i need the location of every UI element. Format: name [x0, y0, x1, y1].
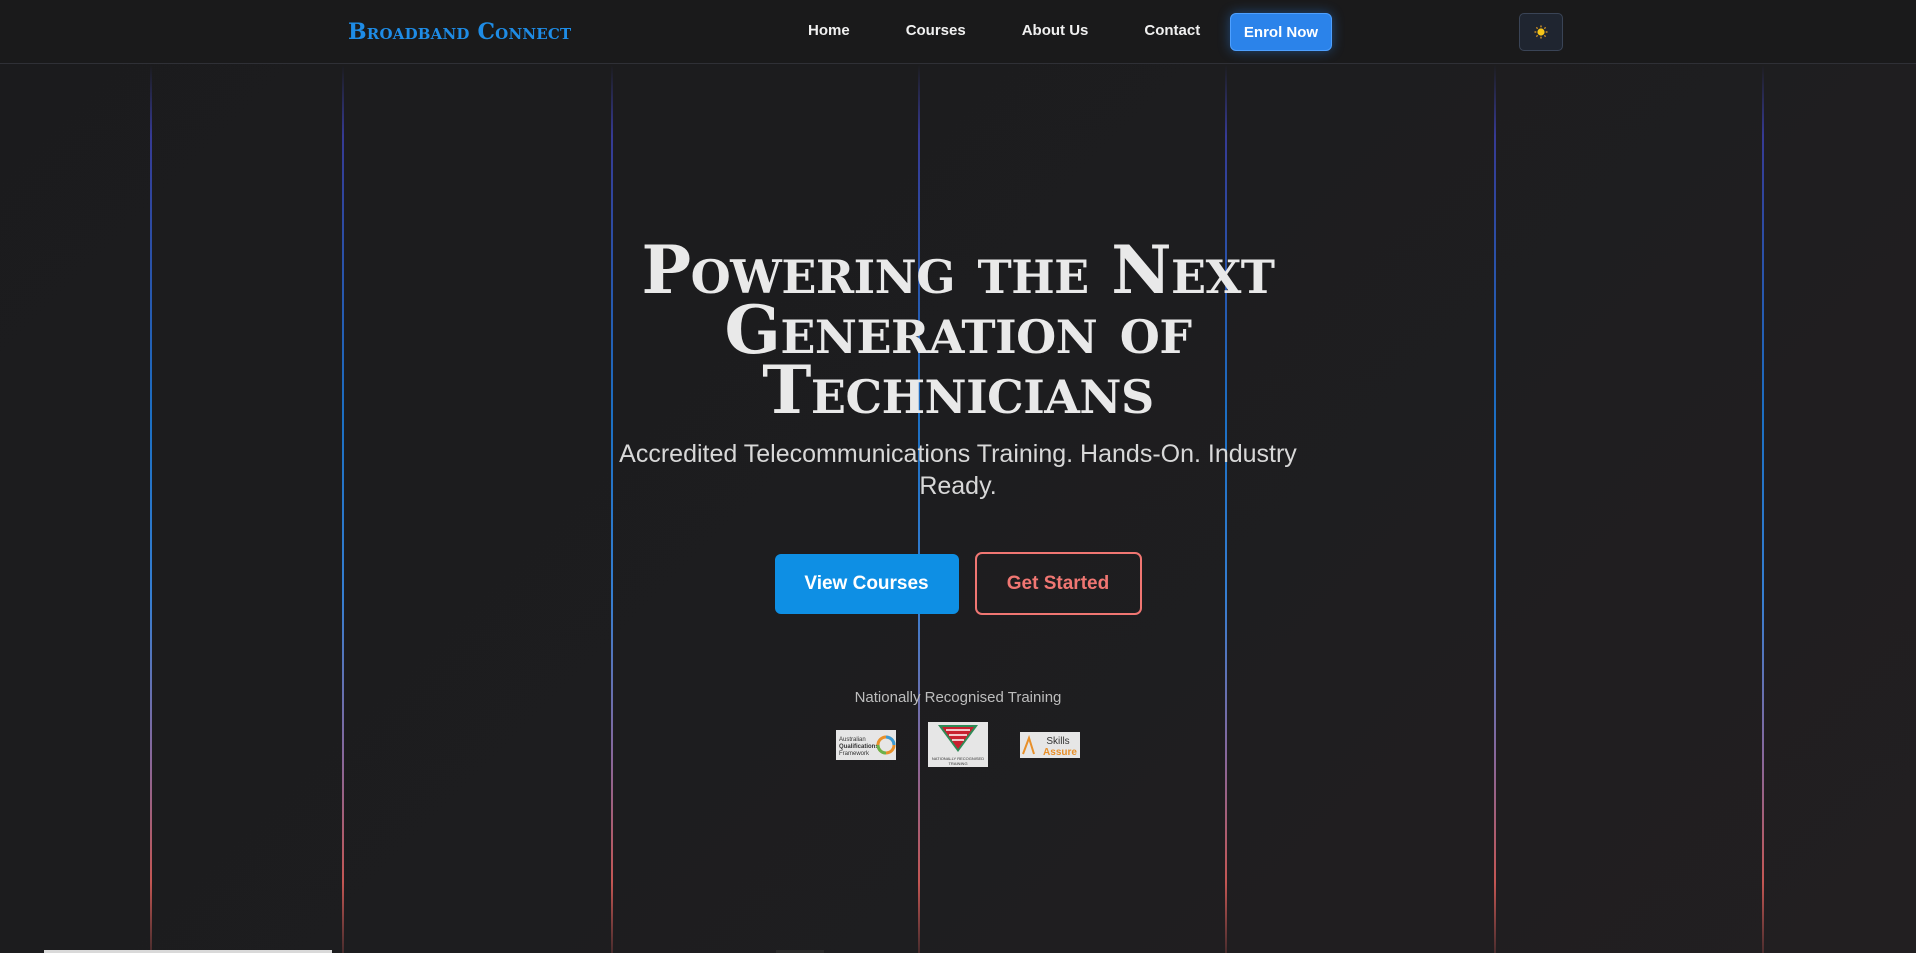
sun-icon	[1534, 25, 1548, 39]
nav-courses[interactable]: Courses	[906, 22, 966, 39]
hero-subtitle: Accredited Telecommunications Training. …	[619, 440, 1297, 500]
svg-text:TRAINING: TRAINING	[948, 761, 967, 766]
accreditation-logos: Australian Qualifications Framework NATI…	[0, 722, 1916, 767]
nrt-logo: NATIONALLY RECOGNISED TRAINING	[928, 722, 988, 767]
top-navbar: Broadband Connect Home Courses About Us …	[0, 0, 1916, 64]
svg-text:Framework: Framework	[839, 751, 870, 757]
theme-toggle-button[interactable]	[1519, 13, 1563, 51]
get-started-button[interactable]: Get Started	[974, 552, 1142, 615]
skills-assure-logo: Skills Assure	[1020, 731, 1080, 758]
nav-contact[interactable]: Contact	[1144, 22, 1200, 39]
svg-text:Assure: Assure	[1043, 747, 1077, 758]
main-nav: Home Courses About Us Contact	[808, 22, 1200, 39]
svg-text:Australian: Australian	[839, 737, 866, 743]
recognition-label: Nationally Recognised Training	[854, 689, 1062, 706]
brand-logo[interactable]: Broadband Connect	[348, 19, 571, 45]
view-courses-button[interactable]: View Courses	[774, 554, 959, 614]
hero-section: Powering the Next Generation of Technici…	[0, 231, 1916, 615]
svg-text:Skills: Skills	[1046, 736, 1069, 747]
aqf-logo: Australian Qualifications Framework	[836, 729, 896, 760]
svg-text:Qualifications: Qualifications	[839, 744, 879, 750]
nav-home[interactable]: Home	[808, 22, 850, 39]
hero-title: Powering the Next Generation of Technici…	[641, 231, 1275, 429]
enrol-now-button[interactable]: Enrol Now	[1230, 13, 1332, 51]
recognition-section: Nationally Recognised Training Australia…	[0, 689, 1916, 767]
hero-buttons: View Courses Get Started	[0, 552, 1916, 615]
nav-about-us[interactable]: About Us	[1022, 22, 1089, 39]
